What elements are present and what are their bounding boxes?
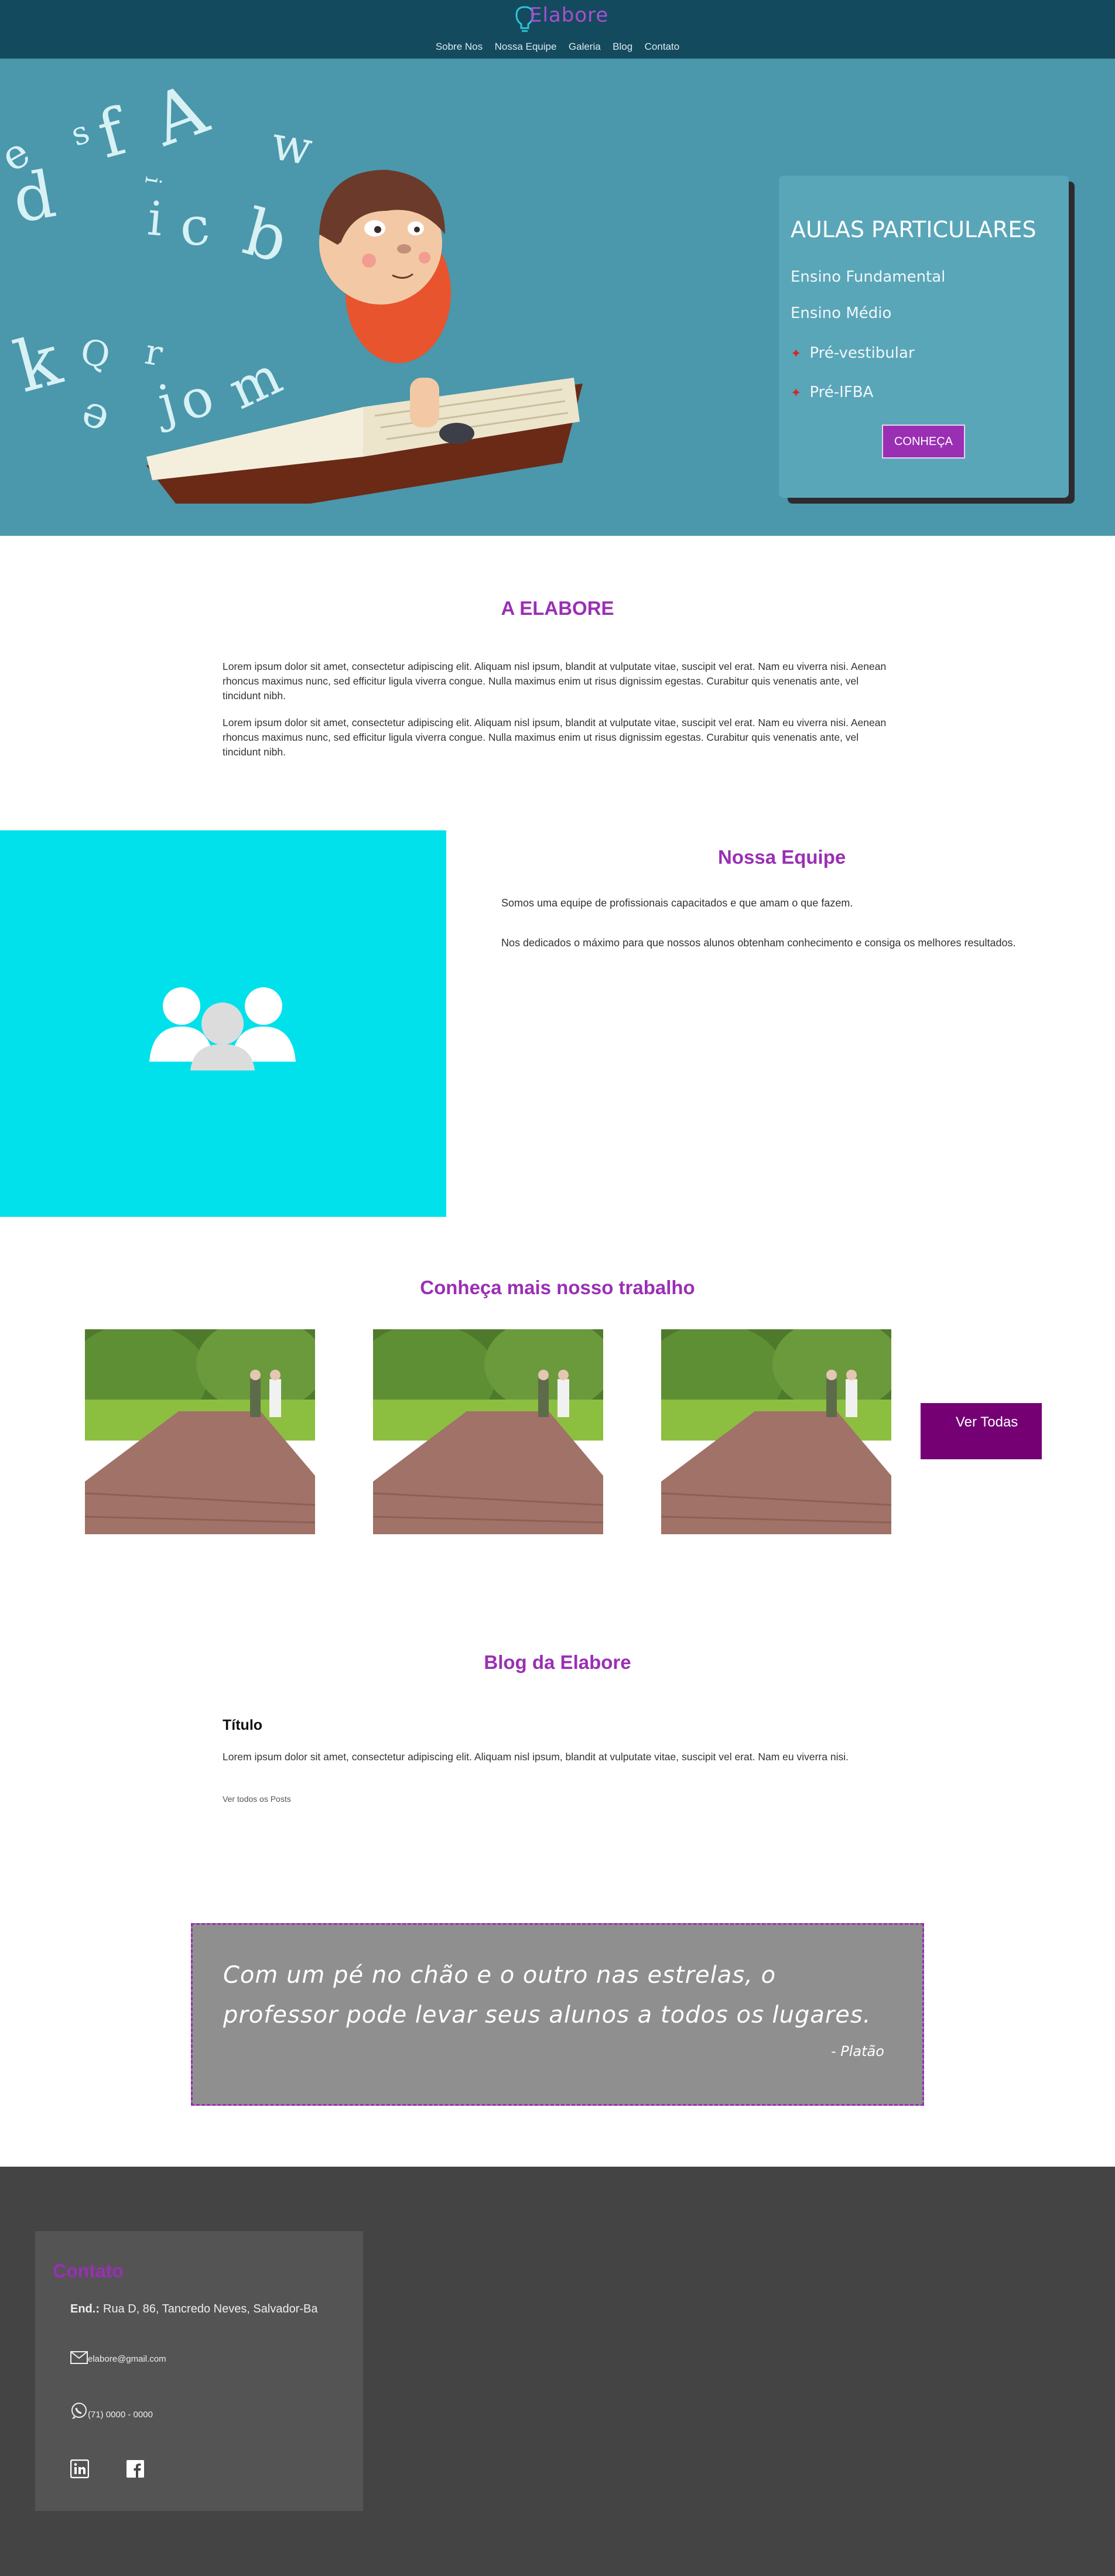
floating-letter: k xyxy=(7,319,70,409)
floating-letter: e xyxy=(73,391,115,449)
about-paragraph: Lorem ipsum dolor sit amet, consectetur … xyxy=(223,717,887,758)
item-pre-ifba: ✦ Pré-IFBA xyxy=(791,384,873,401)
floating-letter: f xyxy=(90,93,136,173)
conheca-button[interactable]: CONHEÇA xyxy=(882,425,965,459)
nav-galeria[interactable]: Galeria xyxy=(569,41,601,52)
ver-todas-button[interactable]: Ver Todas xyxy=(921,1403,1042,1459)
about-paragraph: Lorem ipsum dolor sit amet, consectetur … xyxy=(223,661,887,702)
quote-box: Com um pé no chão e o outro nas estrelas… xyxy=(191,1923,924,2106)
contact-title: Contato xyxy=(53,2260,124,2281)
floating-letter: w xyxy=(268,115,317,176)
email-row: elabore@gmail.com xyxy=(70,2351,166,2364)
address-text: Rua D, 86, Tancredo Neves, Salvador-Ba xyxy=(103,2303,318,2315)
floating-letter: r xyxy=(142,331,166,375)
quote-text: Com um pé no chão e o outro nas estrelas… xyxy=(223,1962,871,2028)
blog-post-title[interactable]: Título xyxy=(223,1717,262,1734)
item-ensino-medio: Ensino Médio xyxy=(791,305,892,322)
floating-letter: Q xyxy=(77,331,113,377)
floating-letter: c xyxy=(177,195,212,259)
card-title: AULAS PARTICULARES xyxy=(791,217,1037,242)
floating-letter: i xyxy=(145,191,165,247)
floating-letter: A xyxy=(141,69,218,163)
facebook-icon[interactable] xyxy=(126,2459,145,2478)
team-title: Nossa Equipe xyxy=(718,846,846,868)
contact-box: Contato End.: Rua D, 86, Tancredo Neves,… xyxy=(35,2231,363,2511)
floating-letter: i xyxy=(140,175,166,186)
group-people-icon xyxy=(149,987,296,1070)
item-ensino-fundamental: Ensino Fundamental xyxy=(791,268,946,286)
email-text[interactable]: elabore@gmail.com xyxy=(88,2354,166,2364)
red-star-bullet-icon: ✦ xyxy=(791,386,802,401)
team-panel xyxy=(0,830,446,1217)
linkedin-icon[interactable] xyxy=(70,2459,89,2478)
whatsapp-icon xyxy=(71,2403,87,2419)
about-title: A ELABORE xyxy=(501,597,614,619)
blog-post-text: Lorem ipsum dolor sit amet, consectetur … xyxy=(223,1751,849,1763)
nav-nossa-equipe[interactable]: Nossa Equipe xyxy=(495,41,557,52)
nav-contato[interactable]: Contato xyxy=(645,41,680,52)
team-text: Nos dedicados o máximo para que nossos a… xyxy=(501,937,1016,949)
main-nav: Sobre Nos Nossa Equipe Galeria Blog Cont… xyxy=(0,41,1115,53)
address-row: End.: Rua D, 86, Tancredo Neves, Salvado… xyxy=(70,2303,318,2316)
aulas-particulares-card: AULAS PARTICULARES Ensino Fundamental En… xyxy=(779,176,1069,498)
ver-todos-os-posts-link[interactable]: Ver todos os Posts xyxy=(223,1794,291,1804)
item-label: Pré-IFBA xyxy=(809,384,874,401)
address-label: End.: xyxy=(70,2303,100,2315)
floating-letter: s xyxy=(66,112,94,153)
quote-author: - Platão xyxy=(831,2043,884,2060)
team-text: Somos uma equipe de profissionais capaci… xyxy=(501,897,853,909)
gallery-photo[interactable] xyxy=(373,1329,603,1534)
hero-illustration-boy-reading-book: d f A w i c b s e u k Q r e j o m i xyxy=(0,69,583,504)
phone-row: (71) 0000 - 0000 xyxy=(70,2402,153,2420)
envelope-icon xyxy=(70,2351,88,2364)
hero-section: d f A w i c b s e u k Q r e j o m i xyxy=(0,59,1115,536)
phone-text[interactable]: (71) 0000 - 0000 xyxy=(88,2410,153,2420)
gallery-title: Conheça mais nosso trabalho xyxy=(420,1277,695,1298)
site-header: Elabore Sobre Nos Nossa Equipe Galeria B… xyxy=(0,0,1115,59)
floating-letter: m xyxy=(220,345,291,422)
item-label: Pré-vestibular xyxy=(809,344,915,362)
footer: Contato End.: Rua D, 86, Tancredo Neves,… xyxy=(0,2167,1115,2576)
red-star-bullet-icon: ✦ xyxy=(791,347,802,361)
logo-text[interactable]: Elabore xyxy=(529,4,608,27)
gallery-photo[interactable] xyxy=(661,1329,891,1534)
nav-sobre-nos[interactable]: Sobre Nos xyxy=(436,41,483,52)
gallery-photo[interactable] xyxy=(85,1329,315,1534)
floating-letter: b xyxy=(236,194,295,277)
item-pre-vestibular: ✦ Pré-vestibular xyxy=(791,344,915,362)
blog-title: Blog da Elabore xyxy=(484,1651,631,1673)
nav-blog[interactable]: Blog xyxy=(613,41,632,52)
